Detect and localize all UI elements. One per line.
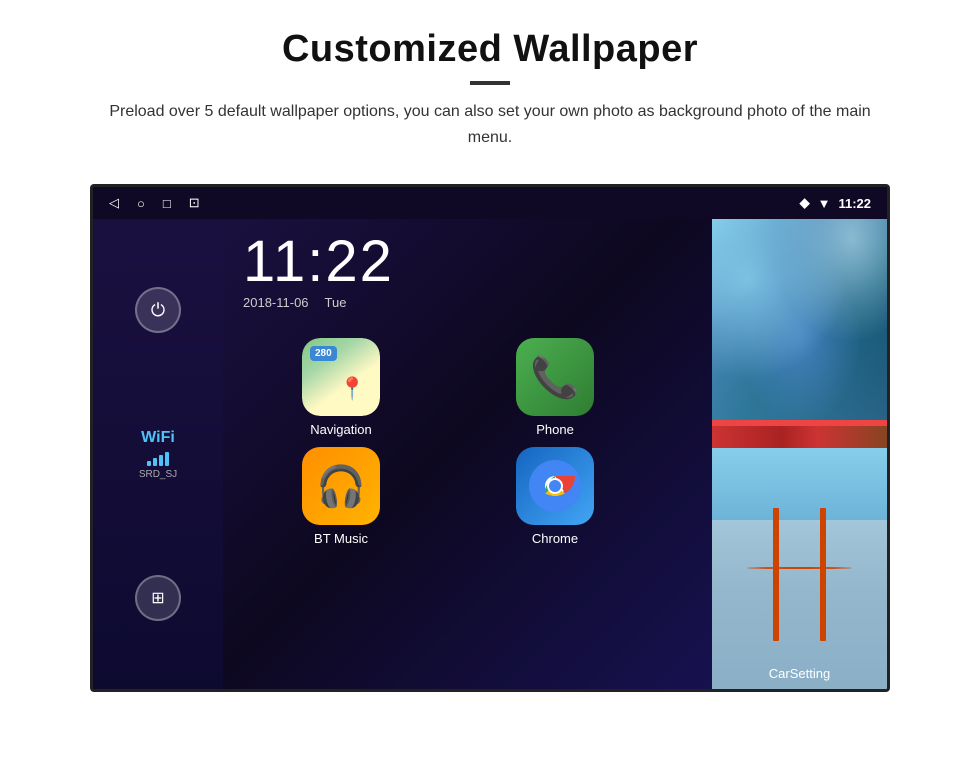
sidebar: ⏻ WiFi SRD_SJ ⊞ bbox=[93, 219, 223, 689]
bt-music-icon: 🎧 bbox=[302, 447, 380, 525]
status-bar: ◁ ○ □ ⊡ ◆ ▼ 11:22 bbox=[93, 187, 887, 219]
wallpaper-ice[interactable] bbox=[712, 219, 887, 420]
screenshot-icon[interactable]: ⊡ bbox=[189, 195, 200, 211]
nav-buttons: ◁ ○ □ ⊡ bbox=[109, 195, 200, 211]
wifi-icon: ▼ bbox=[818, 196, 831, 211]
back-icon[interactable]: ◁ bbox=[109, 195, 119, 211]
nav-pin-icon: 📍 bbox=[339, 376, 366, 402]
wifi-bar-3 bbox=[159, 455, 163, 466]
device-screen: ◁ ○ □ ⊡ ◆ ▼ 11:22 ⏻ WiFi bbox=[90, 184, 890, 692]
date-text: 2018-11-06 bbox=[243, 295, 309, 310]
status-indicators: ◆ ▼ 11:22 bbox=[800, 195, 871, 211]
carsetting-label: CarSetting bbox=[712, 666, 887, 681]
main-content: ◁ ○ □ ⊡ ◆ ▼ 11:22 ⏻ WiFi bbox=[0, 168, 980, 692]
apps-grid-button[interactable]: ⊞ bbox=[135, 575, 181, 621]
recents-icon[interactable]: □ bbox=[163, 196, 171, 211]
chrome-svg bbox=[529, 460, 581, 512]
wifi-signal-bars bbox=[139, 450, 177, 466]
app-item-phone[interactable]: 📞 Phone bbox=[453, 338, 657, 437]
screen-body: ⏻ WiFi SRD_SJ ⊞ 11:22 bbox=[93, 219, 887, 689]
chrome-icon bbox=[516, 447, 594, 525]
page-header: Customized Wallpaper Preload over 5 defa… bbox=[0, 0, 980, 168]
location-icon: ◆ bbox=[800, 195, 810, 211]
ice-shapes bbox=[712, 219, 887, 420]
screen-main: 11:22 2018-11-06 Tue ⏮ B bbox=[223, 219, 887, 689]
nav-route-badge: 280 bbox=[310, 346, 337, 361]
bridge-tower-right bbox=[820, 508, 826, 641]
navigation-icon: 280 📍 bbox=[302, 338, 380, 416]
page-title: Customized Wallpaper bbox=[60, 28, 920, 71]
wallpaper-mid bbox=[712, 420, 887, 448]
day-text: Tue bbox=[325, 295, 347, 310]
wifi-label: WiFi bbox=[139, 429, 177, 447]
phone-icon: 📞 bbox=[516, 338, 594, 416]
wallpaper-previews: CarSetting bbox=[712, 219, 887, 689]
app-item-chrome[interactable]: Chrome bbox=[453, 447, 657, 546]
wifi-ssid: SRD_SJ bbox=[139, 469, 177, 480]
bridge-tower-left bbox=[773, 508, 779, 641]
wifi-widget: WiFi SRD_SJ bbox=[139, 429, 177, 480]
bt-music-label: BT Music bbox=[314, 531, 368, 546]
wifi-bar-4 bbox=[165, 452, 169, 466]
app-item-bt-music[interactable]: 🎧 BT Music bbox=[239, 447, 443, 546]
app-item-navigation[interactable]: 280 📍 Navigation bbox=[239, 338, 443, 437]
bridge-background bbox=[712, 520, 887, 689]
status-time: 11:22 bbox=[838, 196, 871, 211]
page-subtitle: Preload over 5 default wallpaper options… bbox=[100, 99, 880, 150]
wallpaper-bridge[interactable]: CarSetting bbox=[712, 448, 887, 689]
chrome-label: Chrome bbox=[532, 531, 578, 546]
phone-label: Phone bbox=[536, 422, 574, 437]
navigation-label: Navigation bbox=[310, 422, 371, 437]
home-icon[interactable]: ○ bbox=[137, 196, 145, 211]
wifi-bar-2 bbox=[153, 458, 157, 466]
wifi-bar-1 bbox=[147, 461, 151, 466]
bridge-cable bbox=[747, 567, 852, 569]
title-divider bbox=[470, 81, 510, 85]
power-button[interactable]: ⏻ bbox=[135, 287, 181, 333]
